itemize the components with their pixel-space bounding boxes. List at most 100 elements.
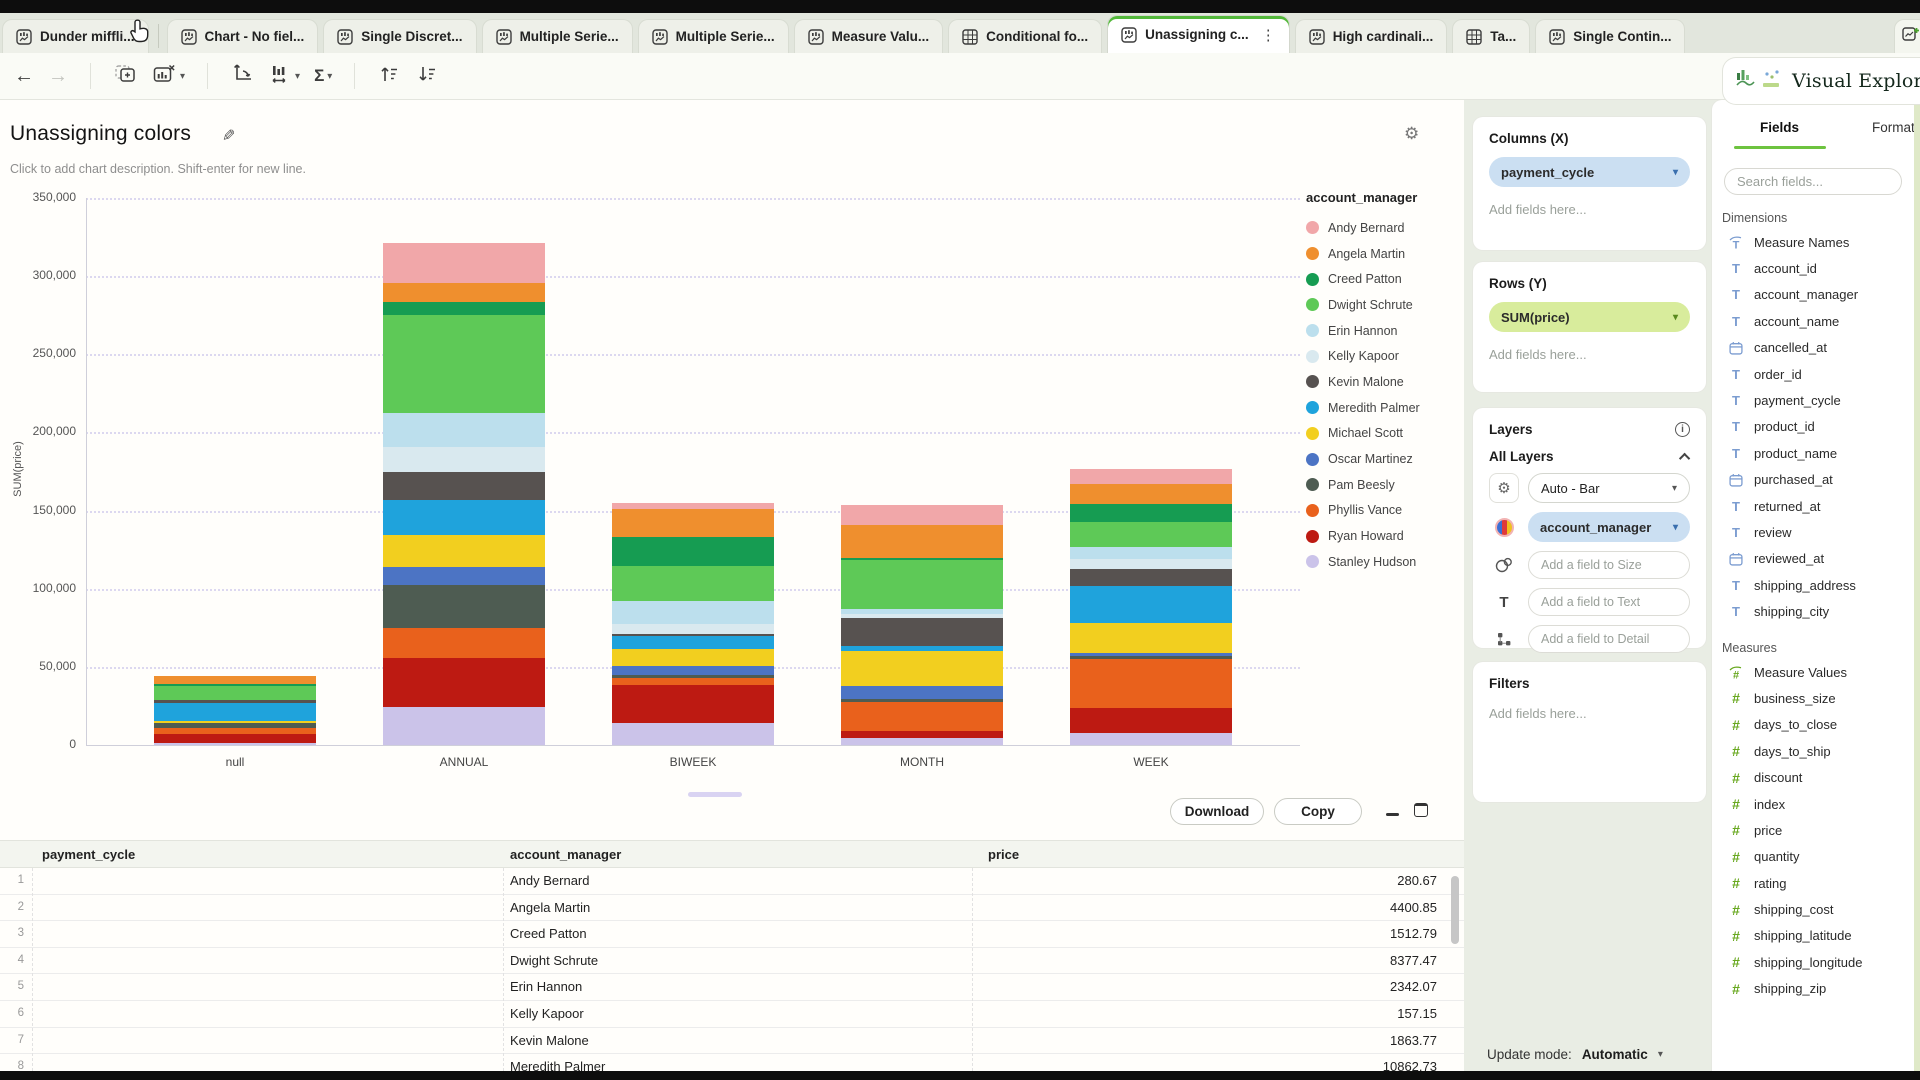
legend-item-ryan-howard[interactable]: Ryan Howard (1306, 523, 1462, 549)
bar-segment-meredith-palmer[interactable] (383, 500, 545, 535)
bar-segment-erin-hannon[interactable] (841, 609, 1003, 614)
tab-multiple-serie[interactable]: Multiple Serie... (638, 19, 789, 53)
field-item-rating[interactable]: #rating (1712, 870, 1914, 896)
bar-segment-ryan-howard[interactable] (383, 658, 545, 707)
forward-button[interactable]: → (48, 66, 68, 86)
duplicate-chart-button[interactable] (113, 63, 138, 90)
layer-settings-gear-button[interactable]: ⚙ (1489, 473, 1519, 503)
legend-item-oscar-martinez[interactable]: Oscar Martinez (1306, 446, 1462, 472)
mark-type-select[interactable]: Auto - Bar▾ (1528, 473, 1690, 503)
bar-segment-meredith-palmer[interactable] (612, 636, 774, 649)
bar-segment-andy-bernard[interactable] (383, 243, 545, 283)
bar-segment-pam-beesly[interactable] (841, 699, 1003, 702)
maximize-table-icon[interactable] (1414, 803, 1428, 817)
bar-segment-dwight-schrute[interactable] (1070, 522, 1232, 547)
bar-segment-phyllis-vance[interactable] (1070, 659, 1232, 708)
bar-segment-kelly-kapoor[interactable] (1070, 559, 1232, 568)
field-item-shipping-address[interactable]: Tshipping_address (1712, 572, 1914, 598)
bar-segment-kelly-kapoor[interactable] (612, 624, 774, 634)
rows-add-fields-placeholder[interactable]: Add fields here... (1489, 347, 1690, 362)
swap-axes-button[interactable] (230, 62, 254, 91)
bar-segment-ryan-howard[interactable] (1070, 708, 1232, 733)
sort-descending-button[interactable] (415, 64, 439, 89)
bar-segment-ryan-howard[interactable] (841, 731, 1003, 738)
bar-segment-erin-hannon[interactable] (612, 601, 774, 624)
bar-segment-creed-patton[interactable] (841, 558, 1003, 560)
tab-unassigning-c[interactable]: Unassigning c...⋮ (1107, 15, 1290, 53)
tab-multiple-serie[interactable]: Multiple Serie... (482, 19, 633, 53)
tab-fields[interactable]: Fields (1760, 120, 1799, 135)
bar-segment-stanley-hudson[interactable] (1070, 733, 1232, 745)
field-item-days-to-close[interactable]: #days_to_close (1712, 712, 1914, 738)
chart-title[interactable]: Unassigning colors (10, 122, 191, 146)
column-header-account-manager[interactable]: account_manager (510, 847, 621, 862)
field-item-account-id[interactable]: Taccount_id (1712, 255, 1914, 281)
bar-segment-angela-martin[interactable] (383, 283, 545, 302)
field-item-cancelled-at[interactable]: cancelled_at (1712, 335, 1914, 361)
field-item-measure-values[interactable]: #Measure Values (1712, 659, 1914, 685)
bar-segment-stanley-hudson[interactable] (383, 707, 545, 745)
chart-description-placeholder[interactable]: Click to add chart description. Shift-en… (10, 162, 306, 176)
update-mode-control[interactable]: Update mode: Automatic ▾ (1487, 1047, 1663, 1062)
table-row[interactable]: 1Andy Bernard280.67 (0, 868, 1464, 895)
bar-segment-kevin-malone[interactable] (841, 618, 1003, 646)
bar-segment-kevin-malone[interactable] (383, 472, 545, 500)
field-item-discount[interactable]: #discount (1712, 764, 1914, 790)
bar-segment-phyllis-vance[interactable] (383, 628, 545, 658)
field-item-payment-cycle[interactable]: Tpayment_cycle (1712, 387, 1914, 413)
bar-segment-kevin-malone[interactable] (612, 634, 774, 636)
bar-segment-angela-martin[interactable] (841, 525, 1003, 558)
bar-segment-erin-hannon[interactable] (383, 413, 545, 447)
field-item-review[interactable]: Treview (1712, 519, 1914, 545)
download-button[interactable]: Download (1170, 798, 1264, 825)
column-header-payment-cycle[interactable]: payment_cycle (42, 847, 135, 862)
field-item-product-id[interactable]: Tproduct_id (1712, 414, 1914, 440)
bar-segment-kelly-kapoor[interactable] (841, 614, 1003, 618)
field-item-shipping-latitude[interactable]: #shipping_latitude (1712, 923, 1914, 949)
bar-segment-creed-patton[interactable] (612, 537, 774, 566)
bar-segment-pam-beesly[interactable] (612, 675, 774, 678)
table-scrollbar[interactable] (1451, 876, 1459, 944)
bar-segment-creed-patton[interactable] (154, 684, 316, 686)
chart-settings-gear-icon[interactable]: ⚙ (1404, 124, 1419, 144)
color-field-pill[interactable]: account_manager▾ (1528, 512, 1690, 542)
table-row[interactable]: 6Kelly Kapoor157.15 (0, 1001, 1464, 1028)
tab-format[interactable]: Format (1872, 120, 1914, 135)
bar-segment-creed-patton[interactable] (1070, 504, 1232, 522)
sum-price-pill[interactable]: SUM(price)▾ (1489, 302, 1690, 332)
bar-segment-michael-scott[interactable] (383, 535, 545, 567)
tab-dunder-miffli[interactable]: Dunder miffli... (2, 19, 149, 53)
text-field-input[interactable]: Add a field to Text (1528, 588, 1690, 616)
bar-segment-oscar-martinez[interactable] (1070, 653, 1232, 656)
tab-menu-kebab-icon[interactable]: ⋮ (1261, 26, 1276, 44)
aggregate-button[interactable]: Σ▾ (314, 66, 332, 86)
bar-segment-angela-martin[interactable] (154, 676, 316, 684)
edit-title-pencil-icon[interactable]: ✎ (222, 126, 235, 146)
tab-single-discret[interactable]: Single Discret... (323, 19, 476, 53)
bar-segment-kevin-malone[interactable] (1070, 569, 1232, 586)
field-item-account-name[interactable]: Taccount_name (1712, 308, 1914, 334)
field-item-reviewed-at[interactable]: reviewed_at (1712, 546, 1914, 572)
bar-segment-meredith-palmer[interactable] (1070, 586, 1232, 623)
chart-scroll-handle[interactable] (688, 792, 742, 797)
bar-segment-phyllis-vance[interactable] (841, 702, 1003, 731)
field-item-price[interactable]: #price (1712, 817, 1914, 843)
bar-segment-erin-hannon[interactable] (1070, 547, 1232, 560)
field-item-returned-at[interactable]: Treturned_at (1712, 493, 1914, 519)
legend-item-michael-scott[interactable]: Michael Scott (1306, 421, 1462, 447)
bar-segment-pam-beesly[interactable] (1070, 656, 1232, 659)
bar-segment-michael-scott[interactable] (841, 651, 1003, 686)
field-item-quantity[interactable]: #quantity (1712, 844, 1914, 870)
sort-ascending-button[interactable] (377, 64, 401, 89)
legend-item-meredith-palmer[interactable]: Meredith Palmer (1306, 395, 1462, 421)
bar-segment-ryan-howard[interactable] (154, 734, 316, 743)
bar-segment-dwight-schrute[interactable] (154, 686, 316, 700)
legend-item-angela-martin[interactable]: Angela Martin (1306, 241, 1462, 267)
legend-item-dwight-schrute[interactable]: Dwight Schrute (1306, 292, 1462, 318)
copy-button[interactable]: Copy (1274, 798, 1362, 825)
bar-segment-phyllis-vance[interactable] (612, 678, 774, 685)
info-icon[interactable]: i (1675, 422, 1690, 437)
column-header-price[interactable]: price (988, 847, 1019, 862)
field-item-account-manager[interactable]: Taccount_manager (1712, 282, 1914, 308)
size-field-input[interactable]: Add a field to Size (1528, 551, 1690, 579)
